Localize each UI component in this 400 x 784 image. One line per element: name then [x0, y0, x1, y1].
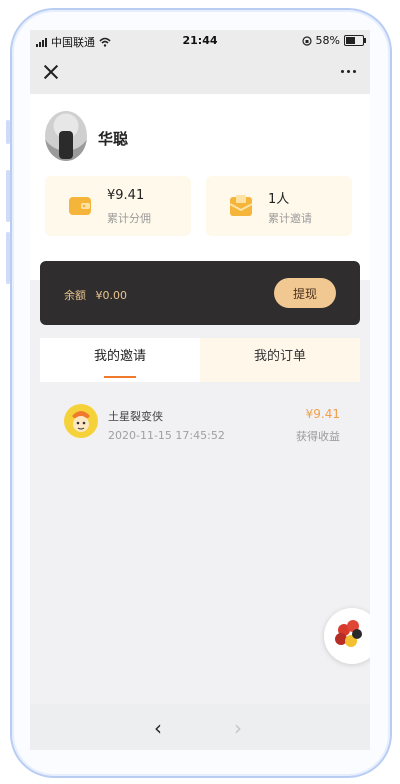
commission-label: 累计分佣 [107, 212, 151, 225]
battery-icon [344, 35, 366, 46]
tab-my-invites-label: 我的邀请 [93, 349, 146, 364]
more-icon[interactable] [341, 70, 356, 73]
flower-logo-icon [335, 620, 362, 647]
invitee-avatar [64, 404, 98, 438]
earned-amount: ¥9.41 [305, 407, 340, 421]
envelope-icon [229, 195, 253, 216]
invitee-name: 土星裂变侠 [108, 410, 163, 423]
withdraw-button[interactable]: 提现 [274, 278, 336, 308]
user-name: 华聪 [98, 130, 129, 148]
back-arrow-icon[interactable]: ‹ [154, 716, 162, 740]
battery-percent: 58% [315, 34, 340, 47]
earned-label: 获得收益 [296, 430, 340, 443]
profile-section: 华聪 ¥9.41 累计分佣 1人 累计邀请 [30, 94, 370, 280]
balance-amount: ¥0.00 [95, 289, 128, 302]
close-icon[interactable] [42, 63, 60, 81]
tab-my-orders-label: 我的订单 [253, 349, 306, 364]
tab-underline [104, 376, 136, 378]
app-screen: 中国联通 21:44 58% 华聪 ¥9.41 累计分佣 1人 累计邀请 余额 … [30, 30, 370, 750]
nav-bar [30, 52, 370, 94]
tab-my-orders[interactable]: 我的订单 [200, 338, 360, 382]
browser-bottom-nav: ‹ › [30, 704, 370, 750]
tab-my-invites[interactable]: 我的邀请 [40, 338, 200, 382]
balance-card: 余额 ¥0.00 提现 [40, 261, 360, 325]
side-button-left [6, 120, 10, 144]
invite-time: 2020-11-15 17:45:52 [108, 429, 225, 442]
list-item[interactable]: 土星裂变侠 2020-11-15 17:45:52 ¥9.41 获得收益 [40, 392, 360, 452]
invite-count-value: 1人 [268, 192, 290, 207]
invite-count-card[interactable]: 1人 累计邀请 [206, 176, 352, 236]
commission-card[interactable]: ¥9.41 累计分佣 [45, 176, 191, 236]
commission-value: ¥9.41 [107, 188, 145, 203]
lock-rotation-icon [301, 35, 312, 46]
invite-count-label: 累计邀请 [268, 212, 312, 225]
floating-action-button[interactable] [324, 608, 370, 664]
forward-arrow-icon[interactable]: › [234, 716, 242, 740]
tab-bar: 我的邀请 我的订单 [40, 338, 360, 382]
avatar [45, 111, 87, 161]
side-button-left-3 [6, 232, 10, 284]
wallet-icon [69, 197, 91, 215]
status-bar: 中国联通 21:44 58% [30, 30, 370, 52]
side-button-left-2 [6, 170, 10, 222]
balance-label: 余额 [64, 289, 86, 302]
